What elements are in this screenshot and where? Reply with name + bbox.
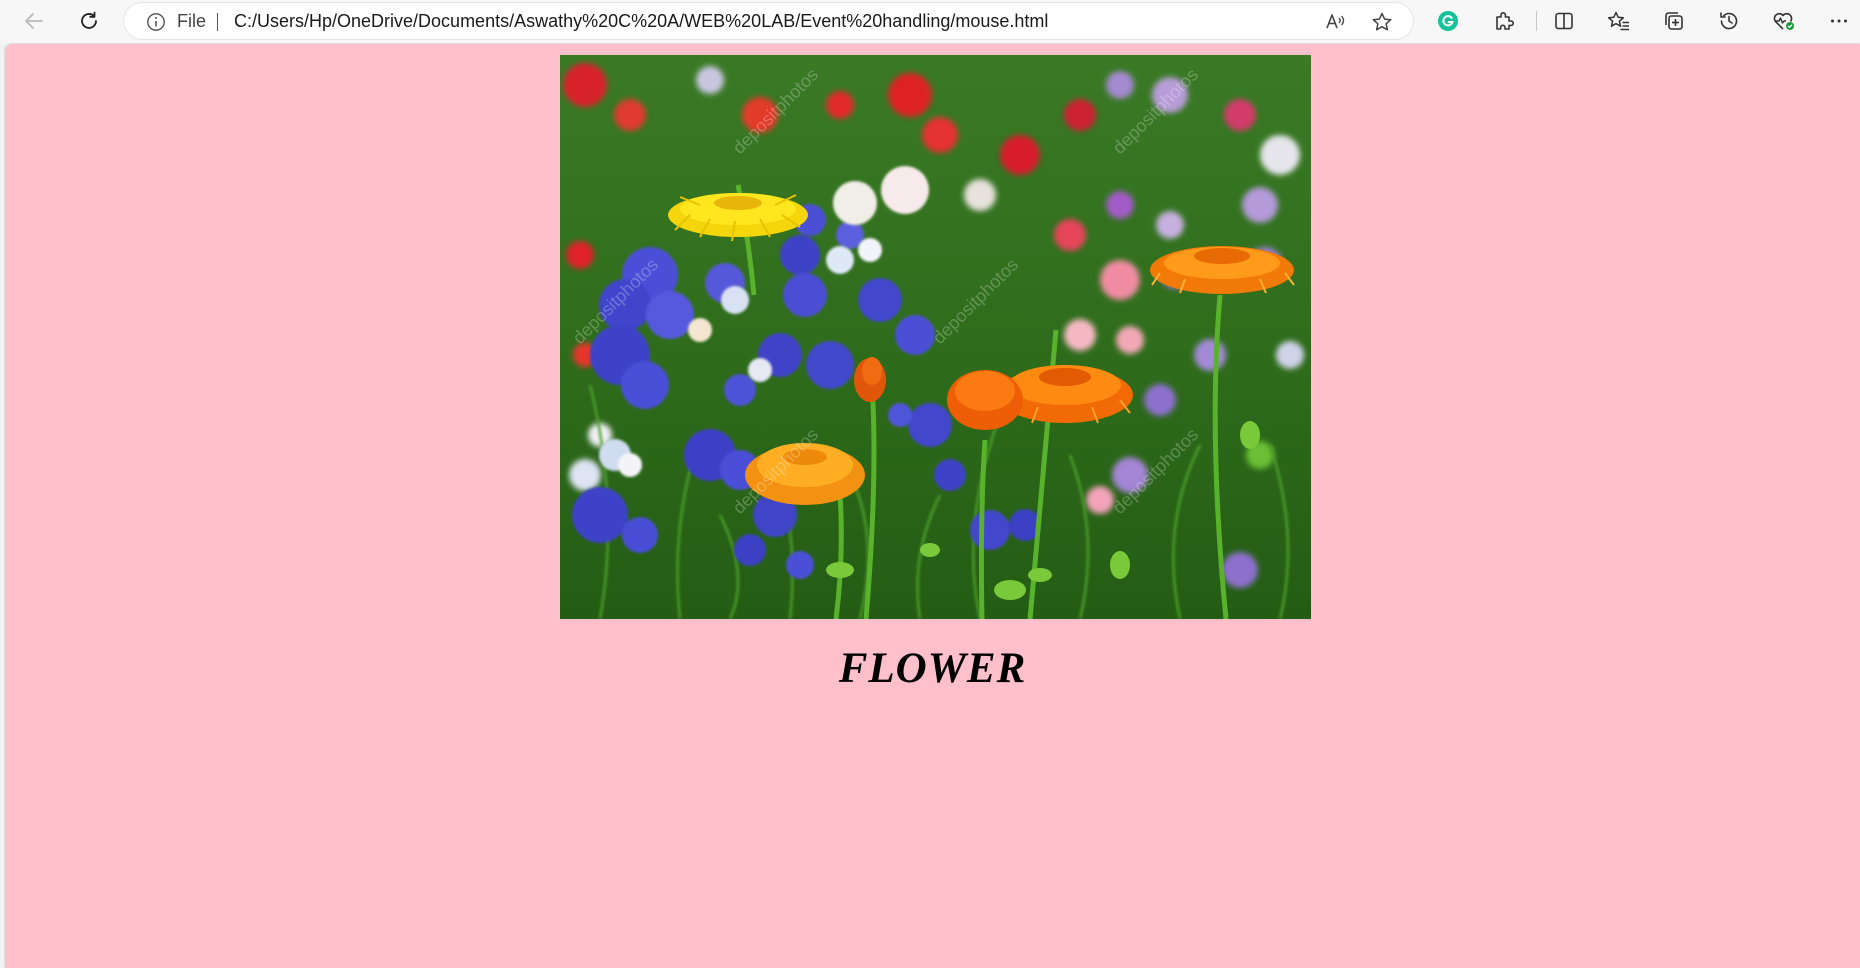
back-arrow-icon (23, 10, 45, 32)
grammarly-button[interactable] (1431, 4, 1465, 38)
more-menu-button[interactable] (1822, 4, 1856, 38)
favorites-button[interactable] (1602, 4, 1636, 38)
star-icon (1371, 11, 1393, 33)
back-button[interactable] (17, 4, 51, 38)
more-icon (1828, 10, 1850, 32)
browser-toolbar: File C:/Users/Hp/OneDrive/Documents/Aswa… (0, 0, 1860, 42)
split-screen-button[interactable] (1547, 4, 1581, 38)
grammarly-icon (1437, 10, 1459, 32)
page-viewport: depositphotos depositphotos depositphoto… (5, 44, 1860, 968)
collections-icon (1663, 10, 1685, 32)
history-button[interactable] (1712, 4, 1746, 38)
read-aloud-icon (1324, 11, 1348, 33)
info-icon[interactable] (146, 12, 166, 32)
extensions-button[interactable] (1487, 4, 1521, 38)
reload-button[interactable] (72, 4, 106, 38)
browser-essentials-button[interactable] (1767, 4, 1801, 38)
address-divider (217, 13, 218, 31)
flower-image[interactable]: depositphotos depositphotos depositphoto… (560, 55, 1311, 619)
flower-caption: FLOWER (838, 645, 1027, 692)
split-screen-icon (1553, 10, 1575, 32)
toolbar-divider (1536, 11, 1537, 31)
address-scheme-label[interactable]: File (177, 3, 206, 39)
collections-button[interactable] (1657, 4, 1691, 38)
address-url[interactable]: C:/Users/Hp/OneDrive/Documents/Aswathy%2… (234, 3, 1048, 39)
add-favorite-button[interactable] (1365, 5, 1399, 39)
favorites-icon (1607, 10, 1631, 32)
extensions-icon (1492, 9, 1516, 33)
read-aloud-button[interactable] (1319, 5, 1353, 39)
heart-pulse-icon (1772, 10, 1796, 32)
reload-icon (78, 10, 100, 32)
address-bar[interactable]: File C:/Users/Hp/OneDrive/Documents/Aswa… (124, 3, 1413, 39)
history-icon (1718, 10, 1740, 32)
